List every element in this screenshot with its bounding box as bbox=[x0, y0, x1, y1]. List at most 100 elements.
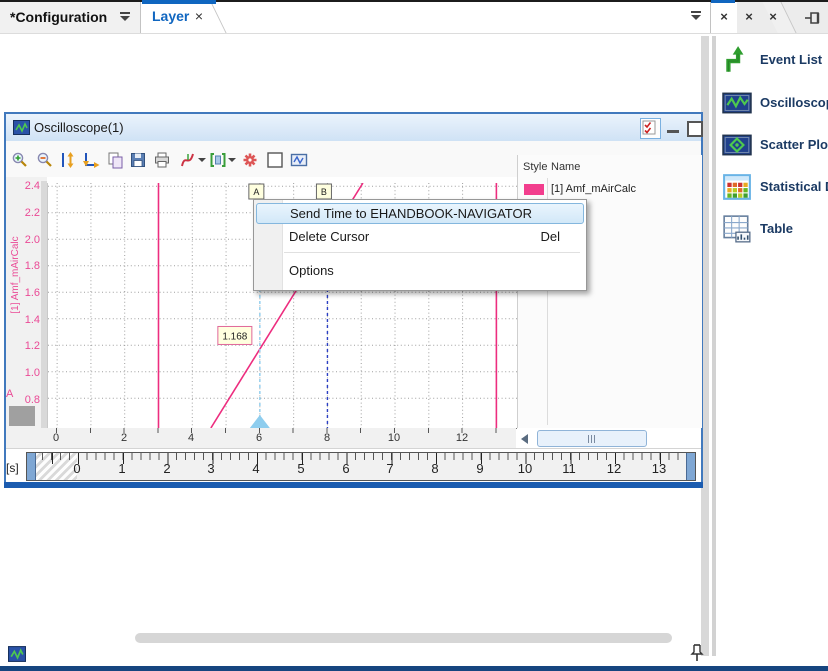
tab-configuration-label: *Configuration bbox=[10, 9, 107, 25]
menu-item-label: Send Time to EHANDBOOK-NAVIGATOR bbox=[290, 204, 532, 223]
menu-item-label: Options bbox=[289, 260, 334, 281]
configuration-dropdown-icon[interactable] bbox=[120, 12, 130, 21]
y-tick-label: 2.4 bbox=[10, 180, 40, 192]
dock-tab-2-close-icon[interactable]: × bbox=[741, 8, 757, 26]
zoom-in-icon[interactable] bbox=[11, 151, 29, 169]
minimize-button[interactable] bbox=[667, 130, 679, 133]
blank-square-icon[interactable] bbox=[266, 151, 284, 169]
palette-item-table[interactable]: Table bbox=[718, 212, 828, 246]
ruler-left-handle[interactable] bbox=[27, 453, 36, 480]
y-axis-cursor-marker: A bbox=[6, 388, 18, 400]
y-tick-label: 1.6 bbox=[10, 287, 40, 299]
maximize-button[interactable] bbox=[687, 121, 703, 137]
scope-display-icon[interactable] bbox=[290, 151, 308, 169]
palette-item-label: Oscilloscope bbox=[760, 95, 828, 110]
menu-separator bbox=[284, 252, 580, 253]
settings-gear-icon[interactable] bbox=[241, 151, 259, 169]
layout-split-dropdown-icon[interactable] bbox=[228, 158, 236, 162]
x-tick-label: 0 bbox=[44, 432, 68, 445]
ruler-tick-label: 11 bbox=[557, 461, 581, 477]
ruler-tick-label: 7 bbox=[378, 461, 402, 477]
palette-item-label: Table bbox=[760, 221, 793, 236]
ruler-tick-label: 6 bbox=[334, 461, 358, 477]
ruler-tick-label: 4 bbox=[244, 461, 268, 477]
tab-layer-active-indicator bbox=[142, 0, 216, 4]
copy-icon[interactable] bbox=[106, 151, 124, 169]
ruler-tick-label: 2 bbox=[155, 461, 179, 477]
context-menu: Send Time to EHANDBOOK-NAVIGATOR Delete … bbox=[253, 199, 587, 291]
hscroll-thumb[interactable] bbox=[537, 430, 647, 447]
y-tick-label: 2.2 bbox=[10, 207, 40, 219]
ruler-tick-label: 3 bbox=[199, 461, 223, 477]
ruler-unit-label: [s] bbox=[6, 461, 19, 475]
x-tick-label: 6 bbox=[247, 432, 271, 445]
scatter-plot-icon bbox=[722, 130, 752, 160]
dock-tab-1-active-indicator bbox=[711, 0, 735, 3]
y-tick-label: 1.2 bbox=[10, 340, 40, 352]
ruler-tick-label: 8 bbox=[423, 461, 447, 477]
palette-item-label: Statistical D bbox=[760, 179, 828, 194]
x-tick-label: 8 bbox=[315, 432, 339, 445]
layout-split-icon[interactable] bbox=[209, 151, 227, 169]
zoom-out-icon[interactable] bbox=[36, 151, 54, 169]
ruler-tick-label: 13 bbox=[647, 461, 671, 477]
ruler-tick-label: 10 bbox=[513, 461, 537, 477]
application-window: *Configuration Layer × × × × Event List … bbox=[0, 0, 828, 671]
dock-tab-1-close-icon[interactable]: × bbox=[716, 8, 732, 26]
signal-name[interactable]: [1] Amf_mAirCalc bbox=[551, 183, 636, 195]
y-tick-label: 1.0 bbox=[10, 367, 40, 379]
save-icon[interactable] bbox=[129, 151, 147, 169]
fit-axes-icon[interactable] bbox=[82, 151, 100, 169]
ruler-tick-label: 5 bbox=[289, 461, 313, 477]
svg-text:A: A bbox=[253, 187, 259, 197]
palette-item-label: Event List bbox=[760, 52, 822, 67]
dock-tab-3-close-icon[interactable]: × bbox=[765, 8, 781, 26]
oscilloscope-icon bbox=[722, 88, 752, 118]
signal-style-dropdown-icon[interactable] bbox=[198, 158, 206, 162]
palette-item-scatter-plot[interactable]: Scatter Plot bbox=[718, 128, 828, 162]
oscilloscope-window-icon bbox=[13, 119, 30, 136]
hscroll-left-arrow[interactable] bbox=[521, 434, 528, 444]
menu-item-options[interactable]: Options bbox=[256, 260, 582, 281]
oscilloscope-mini-icon[interactable] bbox=[8, 645, 26, 663]
menu-item-send-time[interactable]: Send Time to EHANDBOOK-NAVIGATOR bbox=[256, 203, 584, 224]
signal-check-button[interactable] bbox=[640, 118, 661, 139]
y-tick-label: 2.0 bbox=[10, 234, 40, 246]
y-axis-signal-label: [1] Amf_mAirCalc bbox=[10, 200, 24, 350]
signal-list-name-header: Name bbox=[551, 161, 580, 173]
red-checklist-icon bbox=[641, 119, 658, 136]
palette-item-statistical-data[interactable]: Statistical D bbox=[718, 170, 828, 204]
y-axis-scroll-thumb[interactable] bbox=[9, 406, 35, 426]
menu-item-label: Delete Cursor bbox=[289, 226, 369, 247]
hscroll-grip-icon bbox=[588, 435, 596, 443]
axis-ruler-divider bbox=[6, 448, 701, 449]
page-horizontal-scrollbar[interactable] bbox=[135, 633, 672, 643]
palette-item-oscilloscope[interactable]: Oscilloscope bbox=[718, 86, 828, 120]
pin-horizontal-icon[interactable] bbox=[804, 11, 822, 25]
ruler-right-handle[interactable] bbox=[686, 453, 695, 480]
pin-vertical-icon[interactable] bbox=[690, 644, 704, 662]
oscilloscope-window-bottom-border bbox=[4, 482, 703, 488]
window-bottom-edge bbox=[0, 666, 828, 671]
table-icon bbox=[722, 214, 752, 244]
y-tick-label: 1.8 bbox=[10, 260, 40, 272]
tab-layer-close-icon[interactable]: × bbox=[192, 8, 206, 24]
ruler-tick-label: 1 bbox=[110, 461, 134, 477]
signal-style-swatch[interactable] bbox=[524, 184, 544, 195]
signal-style-icon[interactable] bbox=[179, 151, 197, 169]
fit-vertical-icon[interactable] bbox=[59, 151, 77, 169]
svg-text:1.168: 1.168 bbox=[222, 331, 247, 342]
y-tick-label: 1.4 bbox=[10, 314, 40, 326]
oscilloscope-title: Oscilloscope(1) bbox=[34, 120, 124, 135]
panel-splitter[interactable] bbox=[712, 36, 716, 656]
signal-list-panel bbox=[517, 155, 702, 428]
tab-layer-label: Layer bbox=[152, 8, 189, 24]
x-tick-label: 10 bbox=[382, 432, 406, 445]
tabbar-dropdown-icon[interactable] bbox=[691, 11, 701, 20]
ruler-tick-label: 9 bbox=[468, 461, 492, 477]
print-icon[interactable] bbox=[153, 151, 171, 169]
palette-item-label: Scatter Plot bbox=[760, 137, 828, 152]
palette-item-event-list[interactable]: Event List bbox=[718, 43, 828, 77]
signal-list-style-header: Style bbox=[523, 161, 547, 173]
menu-item-delete-cursor[interactable]: Delete Cursor Del bbox=[256, 226, 582, 247]
